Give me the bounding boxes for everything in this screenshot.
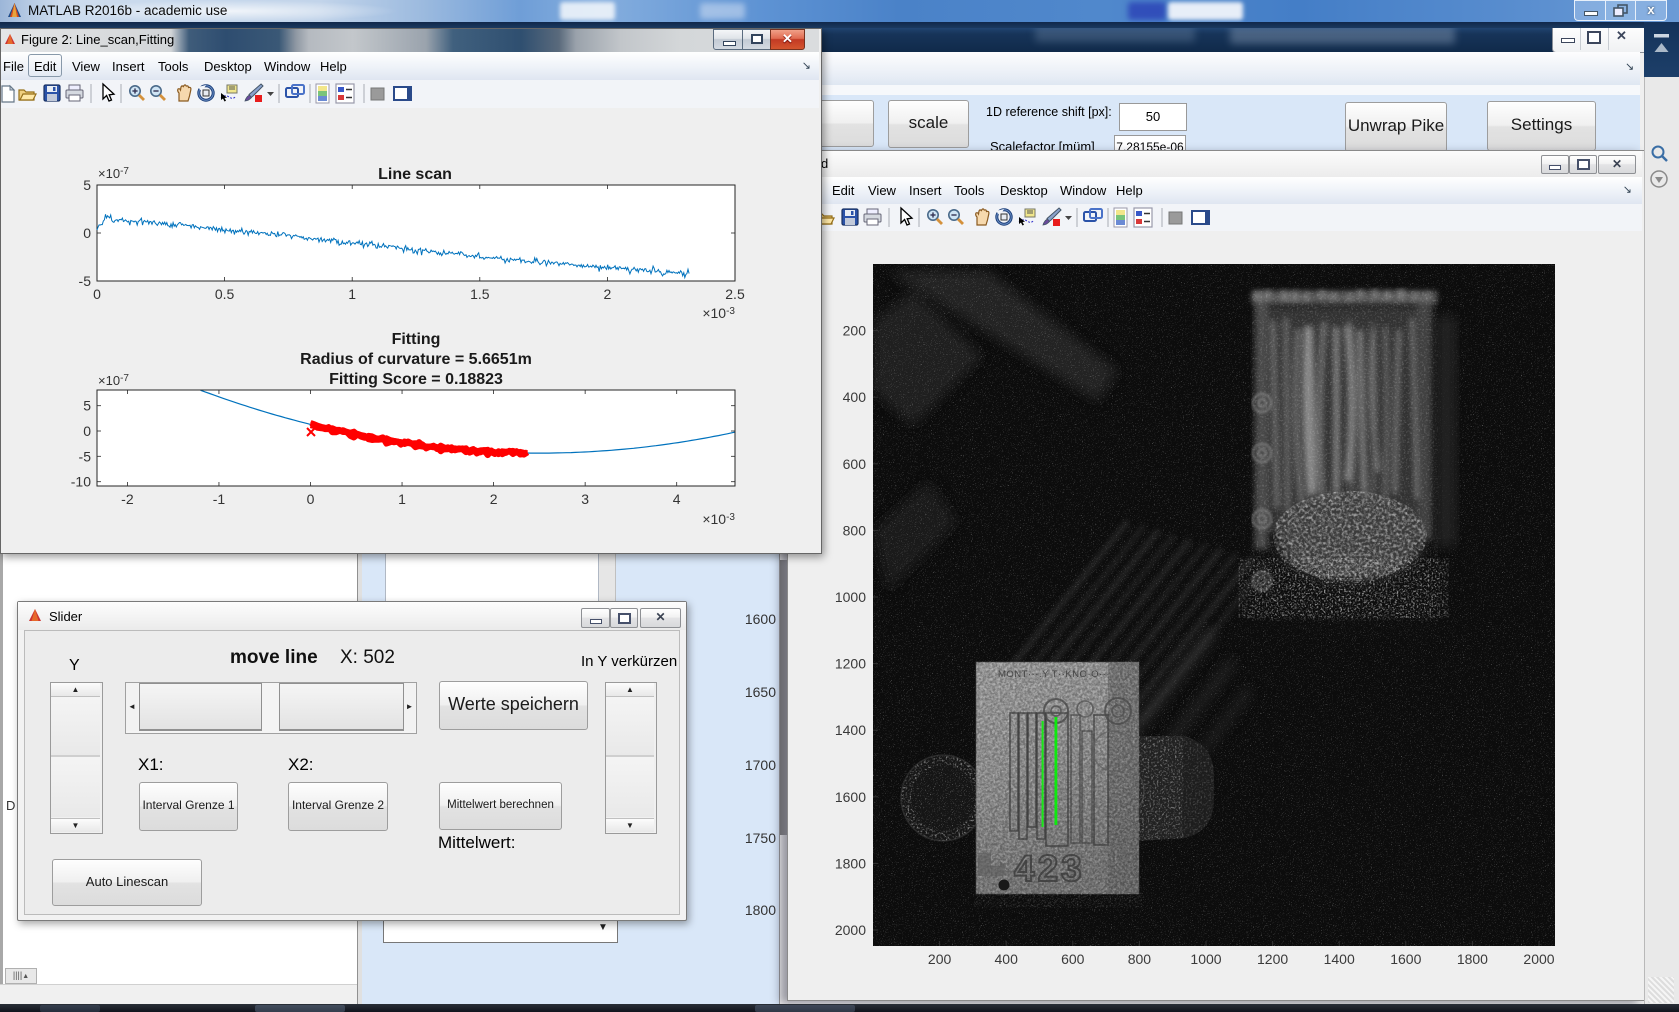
- svg-text:1400: 1400: [1324, 951, 1355, 967]
- svg-text:×10-3: ×10-3: [702, 305, 735, 321]
- svg-text:-5: -5: [79, 448, 92, 464]
- svg-text:2.5: 2.5: [725, 286, 745, 302]
- svg-text:2000: 2000: [835, 922, 866, 938]
- svg-text:MONT···.Y T··KNO·O···: MONT···.Y T··KNO·O···: [998, 669, 1110, 680]
- svg-text:2: 2: [490, 491, 498, 507]
- svg-text:-2: -2: [121, 491, 134, 507]
- svg-text:0.5: 0.5: [215, 286, 235, 302]
- svg-text:400: 400: [995, 951, 1019, 967]
- svg-text:1000: 1000: [835, 589, 866, 605]
- svg-text:1: 1: [348, 286, 356, 302]
- svg-text:5: 5: [83, 177, 91, 193]
- svg-text:423: 423: [1014, 848, 1085, 889]
- svg-text:1800: 1800: [835, 855, 866, 871]
- svg-text:1000: 1000: [1190, 951, 1221, 967]
- svg-text:1.5: 1.5: [470, 286, 490, 302]
- svg-text:Line scan: Line scan: [378, 166, 452, 183]
- svg-text:Fitting Score = 0.18823: Fitting Score = 0.18823: [329, 371, 503, 388]
- svg-text:1200: 1200: [835, 656, 866, 672]
- svg-text:2: 2: [604, 286, 612, 302]
- svg-text:0: 0: [307, 491, 315, 507]
- svg-text:4: 4: [673, 491, 681, 507]
- svg-text:200: 200: [928, 951, 952, 967]
- svg-text:1200: 1200: [1257, 951, 1288, 967]
- svg-text:1600: 1600: [835, 789, 866, 805]
- svg-text:-1: -1: [213, 491, 226, 507]
- svg-text:3: 3: [581, 491, 589, 507]
- svg-text:-10: -10: [71, 474, 91, 490]
- svg-text:600: 600: [1061, 951, 1085, 967]
- svg-text:600: 600: [843, 456, 867, 472]
- svg-text:Fitting: Fitting: [392, 331, 441, 348]
- svg-text:1600: 1600: [1390, 951, 1421, 967]
- svg-text:400: 400: [843, 389, 867, 405]
- svg-text:0: 0: [83, 423, 91, 439]
- svg-text:0: 0: [93, 286, 101, 302]
- svg-text:800: 800: [1128, 951, 1152, 967]
- svg-text:×10-3: ×10-3: [702, 511, 735, 527]
- svg-text:800: 800: [843, 522, 867, 538]
- svg-text:200: 200: [843, 323, 867, 339]
- svg-text:1400: 1400: [835, 722, 866, 738]
- svg-text:0: 0: [83, 225, 91, 241]
- svg-text:×10-7: ×10-7: [98, 166, 129, 181]
- svg-text:-5: -5: [79, 273, 92, 289]
- svg-text:1: 1: [398, 491, 406, 507]
- svg-text:5: 5: [83, 398, 91, 414]
- svg-text:1800: 1800: [1457, 951, 1488, 967]
- svg-text:Radius of curvature = 5.6651m: Radius of curvature = 5.6651m: [300, 351, 532, 368]
- svg-text:×10-7: ×10-7: [98, 373, 129, 388]
- svg-text:2000: 2000: [1523, 951, 1554, 967]
